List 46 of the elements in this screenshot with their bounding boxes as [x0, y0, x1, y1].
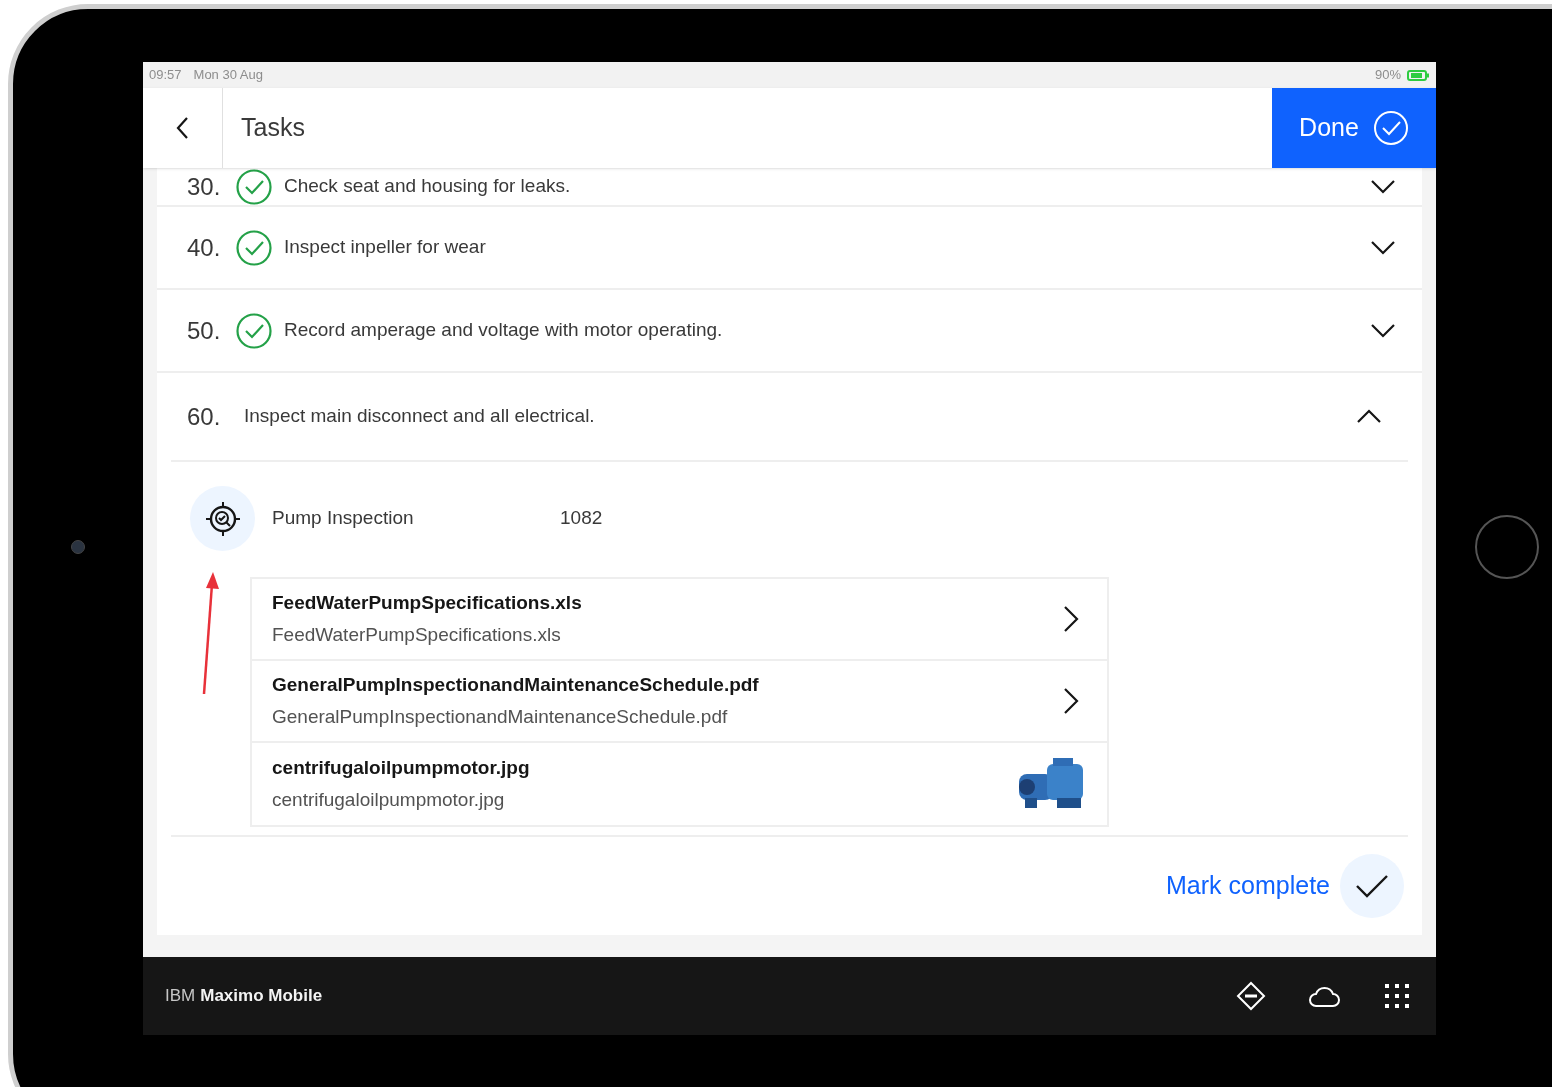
asset-number: 1082 [560, 506, 603, 531]
task-title: Record amperage and voltage with motor operating. [284, 318, 723, 343]
app-grid-icon[interactable] [1384, 983, 1410, 1009]
chevron-down-icon[interactable] [1370, 322, 1396, 339]
chevron-right-icon [1063, 605, 1079, 633]
attachment-title: FeedWaterPumpSpecifications.xls [272, 591, 582, 615]
battery-icon [1407, 69, 1430, 81]
task-number: 50. [187, 315, 222, 346]
home-button[interactable] [1475, 515, 1539, 579]
task-number: 60. [187, 401, 222, 432]
chevron-right-icon [1063, 687, 1079, 715]
done-button[interactable]: Done [1272, 88, 1436, 168]
cloud-icon[interactable] [1308, 984, 1342, 1008]
task-row[interactable]: 50. Record amperage and voltage with motor operating. [157, 290, 1422, 373]
asset-name: Pump Inspection [272, 506, 415, 531]
attachment-row[interactable]: FeedWaterPumpSpecifications.xls FeedWaterPumpSpecifications.xls [252, 579, 1107, 661]
task-number: 40. [187, 232, 222, 263]
task-number: 30. [187, 171, 222, 202]
chevron-down-icon[interactable] [1370, 239, 1396, 256]
status-time: 09:57 [149, 66, 182, 85]
brand-name: Maximo Mobile [200, 985, 323, 1008]
attachment-filename: GeneralPumpInspectionandMaintenanceSchedule.pdf [272, 704, 729, 729]
attachment-row[interactable]: GeneralPumpInspectionandMaintenanceSchedule.pdf GeneralPumpInspectionandMaintenanceSchedule.pdf [252, 661, 1107, 743]
back-chevron-icon [174, 116, 191, 140]
task-row[interactable]: 30. Check seat and housing for leaks. [157, 168, 1422, 207]
check-circle-icon [1372, 110, 1409, 146]
chevron-up-icon[interactable] [1356, 408, 1382, 425]
attachment-title: GeneralPumpInspectionandMaintenanceSchedule.pdf [272, 673, 759, 697]
attachment-filename: FeedWaterPumpSpecifications.xls [272, 622, 562, 647]
task-title: Inspect main disconnect and all electrical. [244, 404, 595, 429]
page-title: Tasks [240, 112, 306, 144]
status-date: Mon 30 Aug [193, 66, 263, 85]
mark-complete-button[interactable]: Mark complete [1166, 854, 1404, 918]
task-title: Check seat and housing for leaks. [284, 174, 571, 199]
task-title: Inspect inpeller for wear [284, 235, 486, 260]
target-search-icon [204, 500, 241, 537]
task-row[interactable]: 60. Inspect main disconnect and all electrical. [171, 373, 1408, 462]
attachment-title: centrifugaloilpumpmotor.jpg [272, 756, 530, 780]
attachment-filename: centrifugaloilpumpmotor.jpg [272, 787, 506, 812]
diamond-minus-icon[interactable] [1236, 981, 1266, 1011]
task-row[interactable]: 40. Inspect inpeller for wear [157, 207, 1422, 290]
checkmark-icon [1355, 872, 1389, 900]
battery-percent: 90% [1374, 66, 1401, 85]
attachment-row[interactable]: centrifugaloilpumpmotor.jpg centrifugaloilpumpmotor.jpg [252, 743, 1107, 825]
chevron-down-icon[interactable] [1370, 178, 1396, 195]
brand-prefix: IBM [165, 985, 196, 1008]
